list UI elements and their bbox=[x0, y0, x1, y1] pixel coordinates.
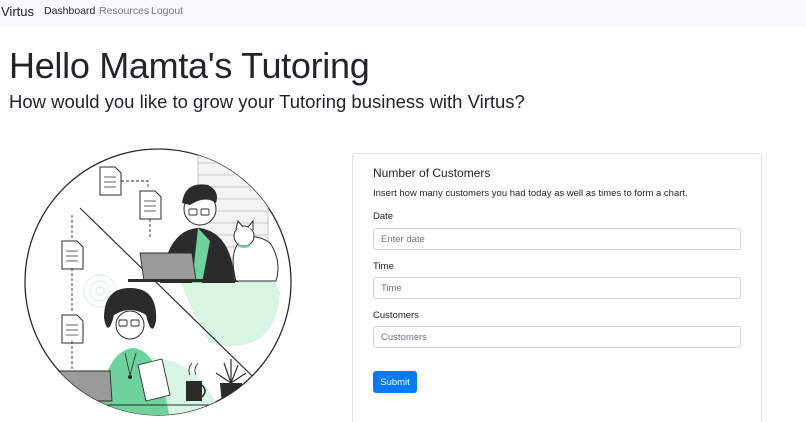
date-label: Date bbox=[373, 211, 394, 222]
page-title: Hello Mamta's Tutoring bbox=[9, 45, 370, 86]
time-label: Time bbox=[373, 261, 394, 272]
submit-button[interactable]: Submit bbox=[373, 371, 417, 393]
page-subtitle: How would you like to grow your Tutoring… bbox=[9, 91, 525, 112]
people-working-illustration bbox=[20, 143, 300, 422]
time-input[interactable] bbox=[373, 277, 741, 299]
card-title: Number of Customers bbox=[373, 166, 491, 180]
brand-link[interactable]: Virtus bbox=[1, 4, 34, 19]
customers-label: Customers bbox=[373, 310, 419, 321]
customer-form-card: Number of Customers Insert how many cust… bbox=[352, 153, 762, 422]
date-input[interactable] bbox=[373, 228, 741, 250]
nav-resources-link[interactable]: Resources bbox=[99, 5, 149, 17]
navbar: Virtus Dashboard Resources Logout bbox=[0, 0, 806, 27]
nav-logout-link[interactable]: Logout bbox=[151, 5, 183, 17]
nav-dashboard-link[interactable]: Dashboard bbox=[44, 5, 95, 17]
customers-input[interactable] bbox=[373, 326, 741, 348]
card-description: Insert how many customers you had today … bbox=[373, 188, 688, 199]
